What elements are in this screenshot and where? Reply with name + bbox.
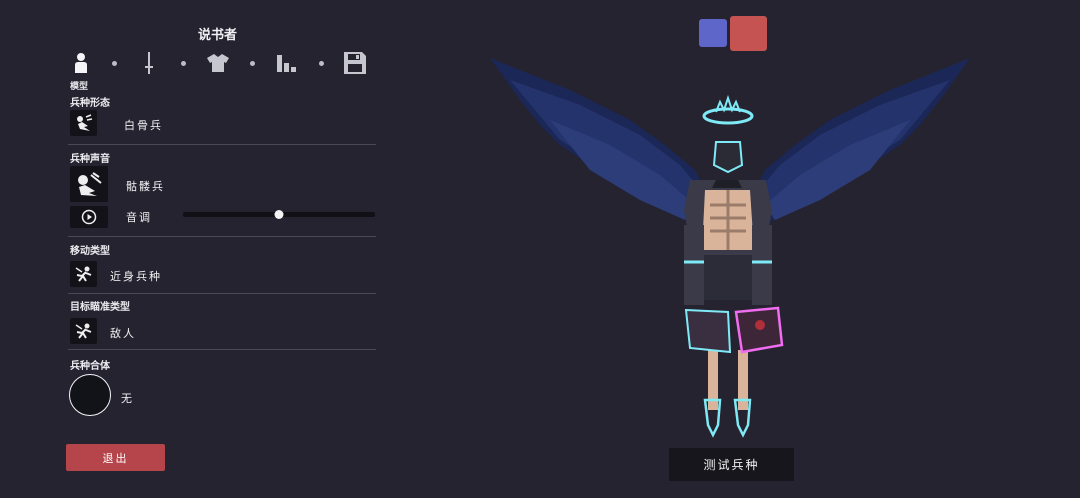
team-red-button[interactable]: [730, 16, 767, 51]
tab-model[interactable]: [68, 50, 94, 76]
section-divider: [68, 144, 376, 145]
unit-form-value: 白骨兵: [124, 119, 163, 132]
unit-voice-label: 兵种声音: [70, 154, 110, 165]
movement-type-selector[interactable]: [70, 261, 97, 287]
save-disk-icon: [344, 52, 366, 74]
tab-separator-dot: [250, 61, 255, 66]
pitch-slider[interactable]: [183, 210, 375, 219]
section-divider: [68, 349, 376, 350]
tab-weapons[interactable]: [136, 50, 162, 76]
bar-stats-icon: [277, 55, 296, 72]
section-divider: [68, 293, 376, 294]
unit-combination-value: 无: [121, 392, 134, 405]
tab-stats[interactable]: [274, 50, 300, 76]
skeleton-voice-icon: [78, 172, 102, 196]
pitch-slider-thumb[interactable]: [274, 210, 284, 219]
voice-play-button[interactable]: [70, 206, 108, 228]
halo: [702, 107, 754, 125]
selected-tab-label: 模型: [70, 82, 89, 92]
pitch-label: 音调: [126, 211, 152, 224]
unit-voice-selector[interactable]: [70, 166, 108, 202]
exit-button[interactable]: 退出: [66, 444, 165, 471]
team-blue-button[interactable]: [699, 19, 727, 47]
head: [712, 141, 744, 174]
book-left: [684, 308, 732, 354]
editor-panel: 说书者 模型 兵种形态 白骨兵 兵种声音 骷髅兵 音调 移动类型 近身兵种 目标…: [0, 0, 390, 498]
test-unit-button[interactable]: 测试兵种: [669, 448, 794, 481]
person-icon: [75, 53, 87, 73]
targeting-type-value: 敌人: [110, 327, 136, 340]
editor-tabs: [68, 50, 368, 76]
tab-clothing[interactable]: [205, 50, 231, 76]
unit-combination-label: 兵种合体: [70, 361, 110, 372]
target-enemy-icon: [75, 323, 91, 339]
skeleton-icon: [76, 114, 92, 131]
book-right: [734, 306, 784, 354]
tab-separator-dot: [112, 61, 117, 66]
unit-form-selector[interactable]: [70, 110, 97, 136]
tab-separator-dot: [181, 61, 186, 66]
movement-type-label: 移动类型: [70, 246, 110, 257]
targeting-type-selector[interactable]: [70, 318, 97, 344]
unit-name-title: 说书者: [197, 28, 237, 43]
unit-combination-slot[interactable]: [69, 374, 111, 416]
melee-run-icon: [75, 266, 91, 282]
sword-icon: [145, 52, 153, 74]
targeting-type-label: 目标瞄准类型: [70, 302, 130, 313]
tab-separator-dot: [319, 61, 324, 66]
shirt-icon: [207, 54, 229, 72]
section-divider: [68, 236, 376, 237]
winged-skeleton-preview: [490, 58, 970, 438]
movement-type-value: 近身兵种: [110, 270, 162, 283]
unit-form-label: 兵种形态: [70, 98, 110, 109]
play-icon: [81, 209, 97, 225]
unit-voice-value: 骷髅兵: [126, 180, 165, 193]
tab-save[interactable]: [342, 50, 368, 76]
